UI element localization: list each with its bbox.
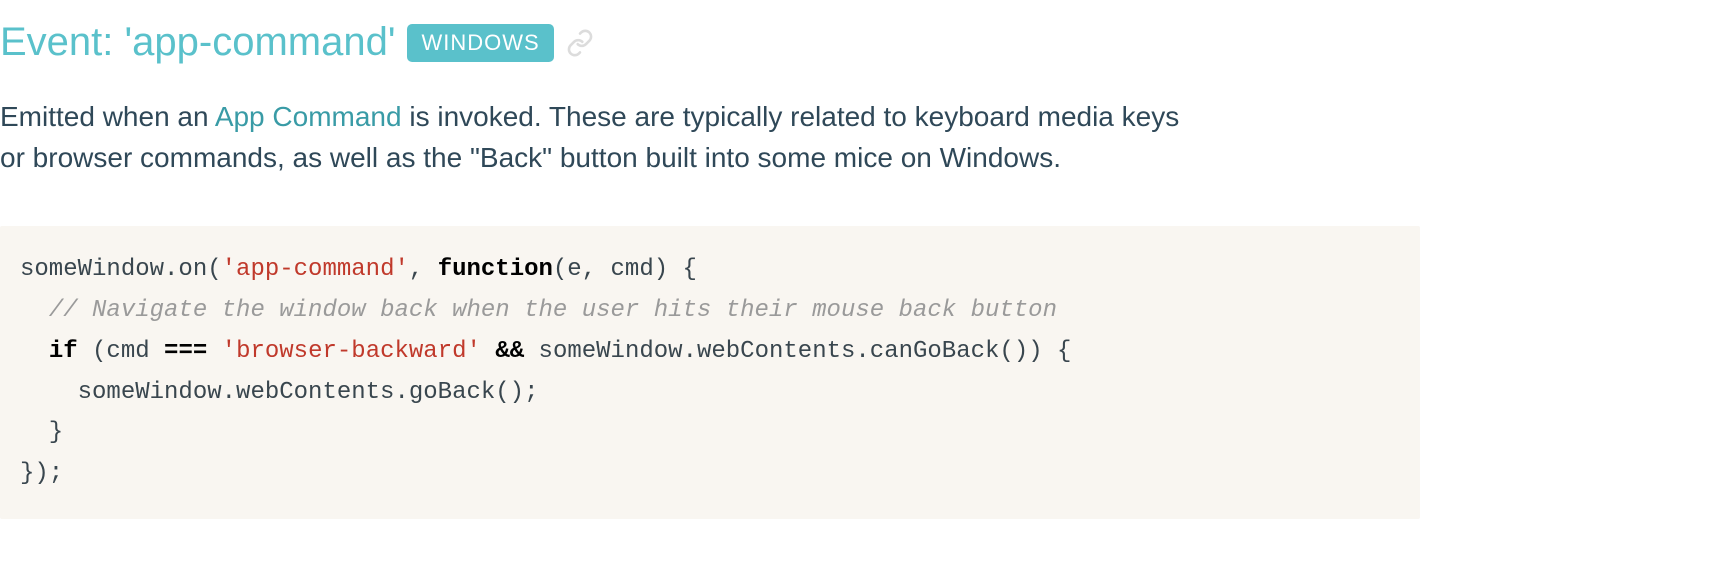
- code-operator: ===: [164, 338, 207, 365]
- code-text: someWindow.on(: [20, 256, 222, 283]
- code-indent: [20, 297, 49, 324]
- code-keyword: if: [49, 338, 78, 365]
- desc-prefix: Emitted when an: [0, 101, 215, 132]
- code-text: [481, 338, 495, 365]
- code-text: (cmd: [78, 338, 164, 365]
- code-keyword: function: [438, 256, 553, 283]
- code-text: ,: [409, 256, 438, 283]
- app-command-link[interactable]: App Command: [215, 101, 402, 132]
- platform-badge: WINDOWS: [407, 24, 553, 62]
- event-title: Event: 'app-command': [0, 20, 395, 65]
- code-text: }: [20, 419, 63, 446]
- code-indent: [20, 338, 49, 365]
- code-text: (e, cmd) {: [553, 256, 697, 283]
- heading-row: Event: 'app-command' WINDOWS: [0, 20, 1720, 65]
- code-sample: someWindow.on('app-command', function(e,…: [0, 226, 1420, 519]
- code-text: someWindow.webContents.canGoBack()) {: [524, 338, 1071, 365]
- code-string: 'browser-backward': [222, 338, 481, 365]
- code-text: someWindow.webContents.goBack();: [20, 379, 538, 406]
- code-text: [207, 338, 221, 365]
- code-comment: // Navigate the window back when the use…: [49, 297, 1057, 324]
- permalink-icon[interactable]: [566, 29, 594, 57]
- code-text: });: [20, 460, 63, 487]
- event-description: Emitted when an App Command is invoked. …: [0, 97, 1200, 178]
- code-string: 'app-command': [222, 256, 409, 283]
- code-operator: &&: [495, 338, 524, 365]
